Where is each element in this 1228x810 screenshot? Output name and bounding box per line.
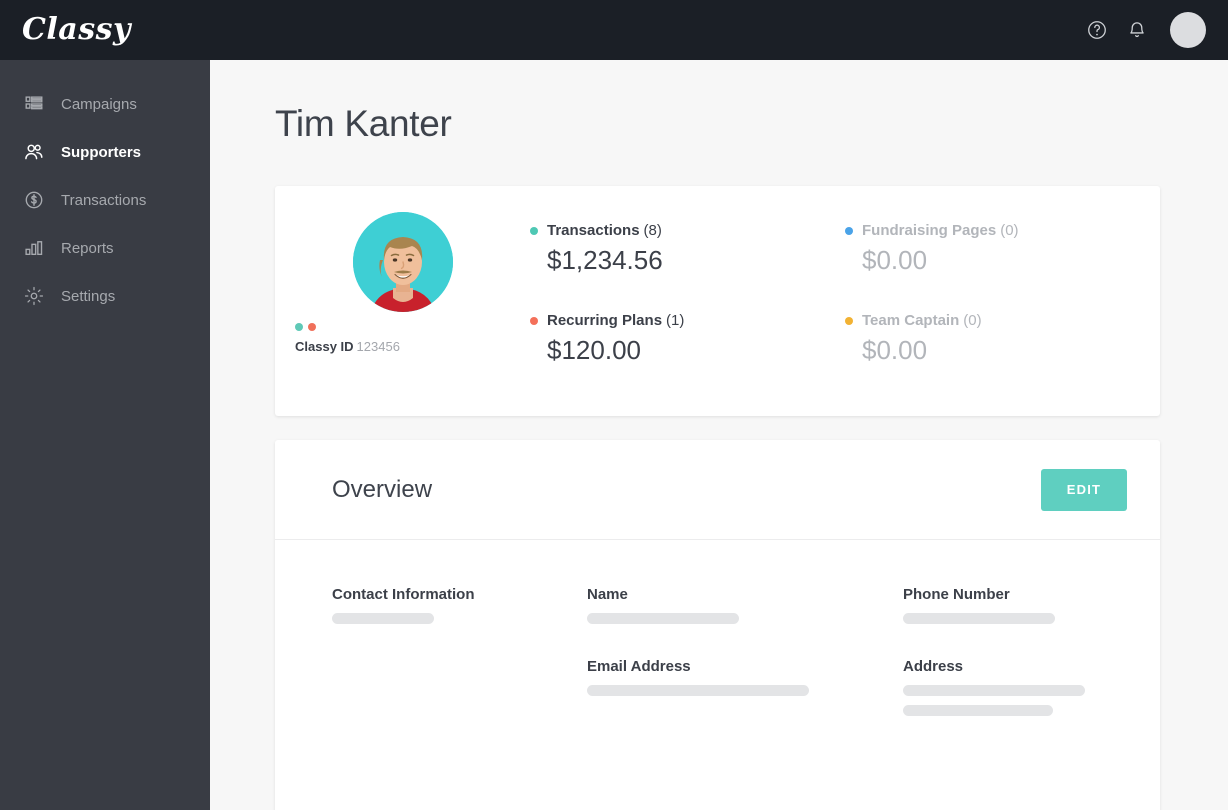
field-phone-number: Phone Number <box>903 586 1160 624</box>
supporter-summary-card: Classy ID 123456 Transactions (8) $1,234.… <box>275 186 1160 416</box>
stat-label: Team Captain (0) <box>845 312 1160 329</box>
stat-value: $0.00 <box>862 245 928 275</box>
stat-dot-icon <box>845 226 853 235</box>
overview-title: Overview <box>332 475 433 503</box>
field-label: Email Address <box>587 658 691 675</box>
stat-name: Fundraising Pages <box>862 222 997 239</box>
sidebar-item-transactions[interactable]: Transactions <box>0 176 210 224</box>
top-header: Classy <box>0 0 1228 60</box>
skeleton-bar <box>903 685 1085 696</box>
skeleton-bar <box>587 613 739 624</box>
sidebar-item-label: Supporters <box>61 143 142 161</box>
stat-value: $1,234.56 <box>547 245 663 275</box>
sidebar-item-settings[interactable]: Settings <box>0 272 210 320</box>
sidebar-item-label: Campaigns <box>61 95 137 113</box>
overview-body: Contact Information Name Email Address P… <box>275 540 1160 716</box>
field-label: Contact Information <box>332 586 475 603</box>
overview-column-phone-address: Phone Number Address <box>903 586 1160 716</box>
skeleton-bar <box>903 613 1055 624</box>
stat-name: Transactions <box>547 222 640 239</box>
field-contact-information: Contact Information <box>332 586 587 624</box>
transactions-icon <box>21 187 47 213</box>
stat-dot-icon <box>530 226 538 235</box>
field-label: Phone Number <box>903 586 1010 603</box>
sidebar-item-label: Transactions <box>61 191 147 209</box>
stat-team-captain[interactable]: Team Captain (0) $0.00 <box>845 312 1160 366</box>
field-label: Name <box>587 586 628 603</box>
stat-count: (8) <box>643 222 662 239</box>
field-email-address: Email Address <box>587 658 903 696</box>
field-name: Name <box>587 586 903 624</box>
edit-button[interactable]: EDIT <box>1041 468 1127 511</box>
sidebar-item-label: Reports <box>61 239 114 257</box>
stat-recurring-plans[interactable]: Recurring Plans (1) $120.00 <box>530 312 845 366</box>
stat-count: (0) <box>1000 222 1019 239</box>
classy-logo[interactable]: Classy <box>22 15 131 45</box>
stat-label: Transactions (8) <box>530 222 845 239</box>
skeleton-bar <box>332 613 434 624</box>
stat-count: (1) <box>666 312 685 329</box>
overview-column-contact: Contact Information <box>332 586 587 716</box>
status-dot-coral <box>308 323 316 331</box>
main-content: Tim Kanter Classy ID 123456 Transactions… <box>210 60 1228 810</box>
overview-column-name-email: Name Email Address <box>587 586 903 716</box>
sidebar-nav: Campaigns Supporters Transactions Report… <box>0 60 210 810</box>
overview-header: Overview EDIT <box>275 440 1160 540</box>
stat-dot-icon <box>530 316 538 325</box>
supporter-avatar-block: Classy ID 123456 <box>275 186 530 354</box>
reports-icon <box>21 235 47 261</box>
skeleton-bar <box>903 705 1053 716</box>
field-address: Address <box>903 658 1160 716</box>
supporters-icon <box>21 139 47 165</box>
campaigns-icon <box>21 91 47 117</box>
overview-card: Overview EDIT Contact Information Name E… <box>275 440 1160 810</box>
bell-icon[interactable] <box>1124 17 1150 43</box>
stat-label: Fundraising Pages (0) <box>845 222 1160 239</box>
stat-name: Team Captain <box>862 312 960 329</box>
sidebar-item-supporters[interactable]: Supporters <box>0 128 210 176</box>
page-title: Tim Kanter <box>275 103 452 144</box>
classy-id-value: 123456 <box>356 339 400 354</box>
sidebar-item-campaigns[interactable]: Campaigns <box>0 80 210 128</box>
stat-value: $120.00 <box>547 335 641 365</box>
classy-id: Classy ID 123456 <box>295 339 400 354</box>
stat-name: Recurring Plans <box>547 312 663 329</box>
supporter-photo <box>352 212 453 312</box>
field-label: Address <box>903 658 964 675</box>
stat-transactions[interactable]: Transactions (8) $1,234.56 <box>530 222 845 276</box>
help-circle-icon[interactable] <box>1084 17 1110 43</box>
stat-count: (0) <box>963 312 982 329</box>
stat-label: Recurring Plans (1) <box>530 312 845 329</box>
user-avatar[interactable] <box>1170 12 1206 48</box>
supporter-status-dots <box>295 323 316 331</box>
stat-value: $0.00 <box>862 335 928 365</box>
stat-fundraising-pages[interactable]: Fundraising Pages (0) $0.00 <box>845 222 1160 276</box>
settings-icon <box>21 283 47 309</box>
classy-id-label: Classy ID <box>295 339 354 354</box>
skeleton-bar <box>587 685 809 696</box>
status-dot-teal <box>295 323 303 331</box>
sidebar-item-reports[interactable]: Reports <box>0 224 210 272</box>
supporter-stats-grid: Transactions (8) $1,234.56 Fundraising P… <box>530 186 1160 366</box>
header-actions <box>1084 12 1206 48</box>
sidebar-item-label: Settings <box>61 287 116 305</box>
stat-dot-icon <box>845 316 853 325</box>
